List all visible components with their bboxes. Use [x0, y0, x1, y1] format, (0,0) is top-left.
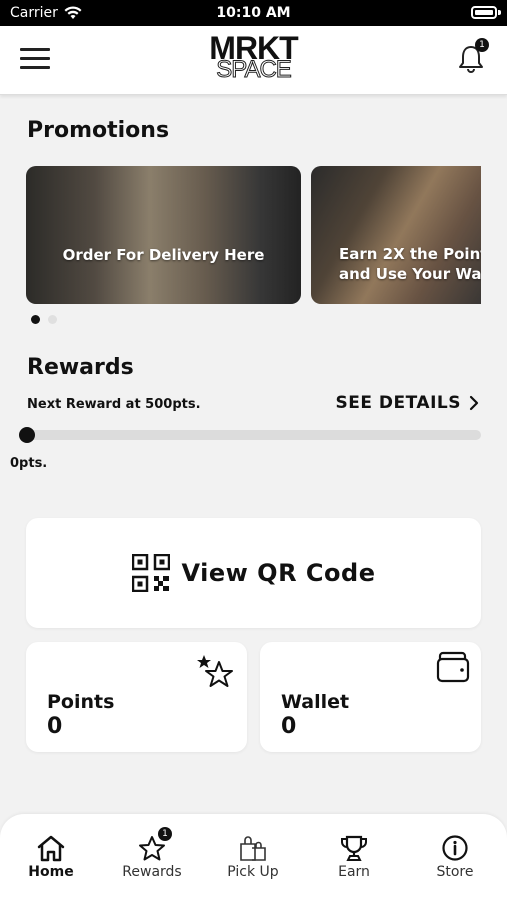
- see-details-link[interactable]: SEE DETAILS: [336, 393, 479, 413]
- tab-pick-up[interactable]: Pick Up: [208, 832, 298, 880]
- promo-card-delivery[interactable]: Order For Delivery Here: [26, 166, 301, 304]
- notifications-button[interactable]: 1: [457, 38, 489, 74]
- page-dot-active[interactable]: [31, 315, 40, 324]
- promo-card-label: Earn 2X the Points and Use Your Wallet: [339, 244, 481, 284]
- progress-points-label: 0pts.: [10, 456, 48, 471]
- clock: 10:10 AM: [216, 5, 291, 21]
- status-bar: Carrier 10:10 AM: [0, 0, 507, 26]
- points-title: Points: [47, 691, 115, 713]
- rewards-badge: 1: [158, 827, 172, 841]
- promo-card-label: Order For Delivery Here: [62, 246, 265, 264]
- promo-card-line-2: and Use Your Wallet: [339, 265, 481, 283]
- page-dot[interactable]: [48, 315, 57, 324]
- view-qr-code-label: View QR Code: [181, 559, 376, 587]
- points-card[interactable]: Points 0: [26, 642, 247, 752]
- battery-tip: [498, 10, 501, 15]
- tab-rewards[interactable]: 1 Rewards: [107, 827, 197, 880]
- tab-earn-label: Earn: [338, 864, 370, 880]
- rewards-title: Rewards: [27, 355, 134, 380]
- app-header: MRKT SPACE 1: [0, 26, 507, 95]
- shopping-bags-icon: [240, 836, 266, 861]
- notification-badge: 1: [475, 38, 489, 52]
- brand-logo: MRKT SPACE: [0, 32, 507, 82]
- tab-store-label: Store: [436, 864, 474, 880]
- rewards-progress-knob: [19, 427, 35, 443]
- trophy-icon: [341, 835, 367, 861]
- see-details-label: SEE DETAILS: [335, 393, 461, 413]
- wallet-icon: [436, 651, 470, 683]
- tab-home[interactable]: Home: [6, 832, 96, 880]
- chevron-right-icon: [469, 395, 479, 411]
- promotions-title: Promotions: [27, 118, 170, 143]
- card-overlay: [26, 166, 301, 304]
- promotions-carousel[interactable]: Order For Delivery Here Earn 2X the Poin…: [26, 166, 481, 306]
- tab-store[interactable]: Store: [410, 832, 500, 880]
- tab-pick-up-label: Pick Up: [227, 864, 279, 880]
- rewards-progress-track: [26, 430, 481, 440]
- wallet-title: Wallet: [281, 691, 350, 713]
- logo-line-2: SPACE: [216, 56, 293, 83]
- home-icon: [37, 835, 65, 862]
- star-rating-icon: [197, 655, 233, 687]
- promo-card-line-1: Earn 2X the Points: [339, 245, 481, 263]
- view-qr-code-button[interactable]: View QR Code: [26, 518, 481, 628]
- qr-code-icon: [131, 554, 170, 592]
- wallet-card[interactable]: Wallet 0: [260, 642, 481, 752]
- battery-icon: [471, 6, 497, 19]
- promo-card-earn-points[interactable]: Earn 2X the Points and Use Your Wallet: [311, 166, 481, 304]
- info-icon: [442, 835, 468, 861]
- tab-rewards-label: Rewards: [122, 864, 182, 880]
- tab-home-label: Home: [28, 864, 74, 880]
- carousel-pagination: [31, 315, 57, 324]
- points-value: 0: [47, 714, 63, 739]
- tab-earn[interactable]: Earn: [309, 832, 399, 880]
- bottom-tab-bar: Home 1 Rewards Pick Up Earn Store: [0, 814, 507, 900]
- wallet-value: 0: [281, 714, 297, 739]
- next-reward-text: Next Reward at 500pts.: [27, 397, 201, 412]
